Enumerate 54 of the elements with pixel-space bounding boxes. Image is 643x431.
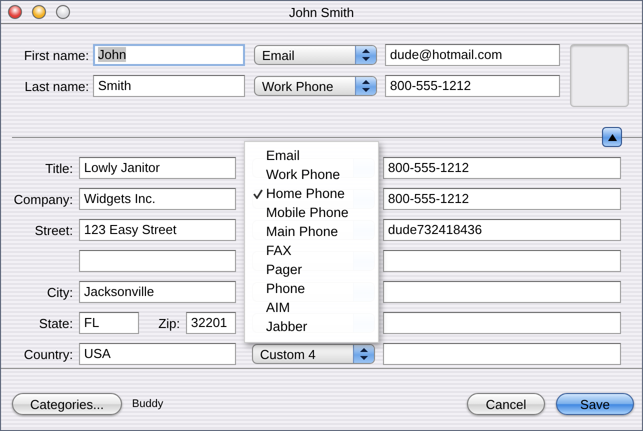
text-field[interactable]: 800-555-1212 [385, 75, 560, 97]
menu-item[interactable]: Phone [245, 279, 378, 298]
categories-button[interactable]: Categories... [12, 393, 122, 415]
menu-item[interactable]: AIM [245, 298, 378, 317]
updown-arrows-icon [362, 80, 370, 92]
window-title: John Smith [288, 4, 356, 20]
updown-arrows-icon [360, 348, 368, 360]
popup-button[interactable]: Custom 4 [252, 344, 375, 364]
zoom-button[interactable] [56, 5, 70, 19]
text-field[interactable] [79, 250, 236, 272]
field-label: Street: [34, 222, 74, 238]
triangle-up-icon [608, 134, 616, 140]
text-field[interactable]: dude732418436 [383, 219, 621, 241]
menu-item[interactable]: Main Phone [245, 222, 378, 241]
text-field[interactable] [383, 312, 621, 334]
field-label: Country: [22, 346, 74, 362]
menu-item[interactable]: Work Phone [245, 165, 378, 184]
field-label: Zip: [157, 316, 181, 330]
menu-item[interactable]: Pager [245, 260, 378, 279]
field-label: Company: [12, 192, 74, 206]
text-field[interactable]: Smith [93, 75, 245, 97]
field-label: First name: [22, 48, 90, 62]
text-field[interactable]: 123 Easy Street [79, 219, 236, 241]
field-label: Title: [44, 160, 74, 176]
text-field[interactable] [383, 250, 621, 272]
cancel-button[interactable]: Cancel [467, 393, 545, 415]
popup-button[interactable]: Work Phone [254, 76, 377, 96]
field-label: City: [46, 284, 74, 300]
text-field[interactable]: 32201 [186, 312, 236, 334]
text-field[interactable]: dude@hotmail.com [385, 44, 560, 66]
minimize-button[interactable] [32, 5, 46, 19]
text-field[interactable] [383, 281, 621, 303]
field-label: Last name: [24, 78, 90, 94]
text-field[interactable]: Lowly Janitor [79, 157, 236, 179]
text-field[interactable]: 800-555-1212 [383, 157, 621, 179]
text-field[interactable]: FL [79, 312, 139, 334]
group-label: Buddy [132, 398, 164, 410]
updown-arrows-icon [362, 49, 370, 61]
text-field[interactable]: Jacksonville [79, 281, 236, 303]
menu-item[interactable]: Email [245, 146, 378, 165]
field-label: State: [38, 316, 74, 330]
menu-item[interactable]: Jabber [245, 317, 378, 336]
menu-item[interactable]: FAX [245, 241, 378, 260]
text-field[interactable]: 800-555-1212 [383, 188, 621, 210]
text-field[interactable] [383, 343, 621, 365]
text-field[interactable]: Widgets Inc. [79, 188, 236, 210]
popup-button[interactable]: Email [254, 45, 377, 65]
text-field[interactable]: John [93, 44, 245, 66]
menu-item[interactable]: Home Phone [245, 184, 378, 203]
save-button[interactable]: Save [556, 393, 634, 415]
collapse-button[interactable] [602, 127, 622, 147]
close-button[interactable] [8, 5, 22, 19]
text-field[interactable]: USA [79, 343, 236, 365]
menu-item[interactable]: Mobile Phone [245, 203, 378, 222]
